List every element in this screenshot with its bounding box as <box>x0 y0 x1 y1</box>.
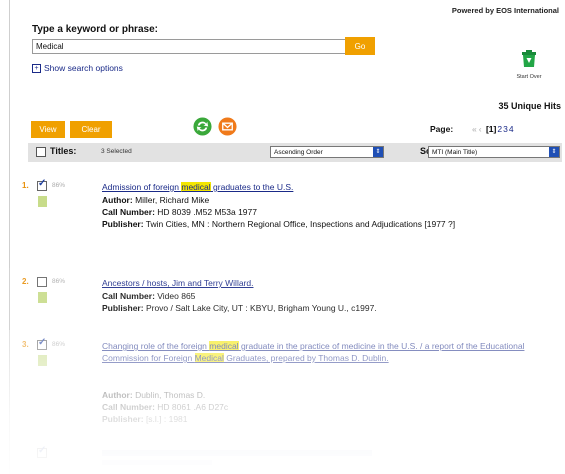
search-label: Type a keyword or phrase: <box>32 24 158 35</box>
left-border <box>9 0 10 474</box>
result-title-link[interactable]: Changing role of the foreign medical gra… <box>102 340 557 364</box>
list-item-faded <box>22 445 562 468</box>
call-number-value: HD 8061 .A6 D27c <box>157 402 229 412</box>
author-value: Dublin, Thomas D. <box>135 390 206 400</box>
result-title-link[interactable]: Ancestors / hosts, Jim and Terry Willard… <box>102 277 557 289</box>
call-number-label: Call Number: <box>102 402 155 412</box>
result-number: 1. <box>22 181 29 190</box>
list-item: 2. 86% Ancestors / hosts, Jim and Terry … <box>22 277 562 327</box>
publisher-label: Publisher: <box>102 219 144 229</box>
call-number-label: Call Number: <box>102 291 155 301</box>
search-input[interactable] <box>32 39 346 54</box>
unique-hits-count: 35 Unique Hits <box>498 101 561 111</box>
author-label: Author: <box>102 390 133 400</box>
select-all-checkbox[interactable] <box>36 147 46 157</box>
call-number-value: Video 865 <box>157 291 196 301</box>
publisher-value: Provo / Salt Lake City, UT : KBYU, Brigh… <box>145 303 377 313</box>
result-checkbox[interactable] <box>37 445 47 458</box>
document-icon <box>38 292 47 303</box>
relevance-score: 86% <box>52 182 66 189</box>
page-link[interactable]: 2 <box>497 124 502 134</box>
list-item: 3. 86% Changing role of the foreign medi… <box>22 337 562 430</box>
title-text: Graduates, prepared by Thomas D. Dublin. <box>223 353 389 363</box>
result-number: 2. <box>22 277 29 286</box>
title-text: Changing role of the foreign <box>102 341 210 351</box>
powered-by-text: Powered by EOS International <box>451 6 559 15</box>
email-records-icon[interactable] <box>218 117 237 136</box>
plus-box-icon: + <box>32 64 41 74</box>
show-search-options-link[interactable]: + Show search options <box>32 63 123 74</box>
result-checkbox[interactable] <box>37 178 47 191</box>
select-arrows-icon: ⇕ <box>549 147 559 157</box>
order-select-value: Ascending Order <box>274 149 323 156</box>
highlighted-term: Medical <box>194 353 224 363</box>
title-text: Admission of foreign <box>102 182 182 192</box>
save-records-icon[interactable] <box>193 117 212 136</box>
page-current: [1] <box>485 124 497 134</box>
start-over-label: Start Over <box>516 74 542 80</box>
select-arrows-icon: ⇕ <box>373 147 383 157</box>
result-number: 3. <box>22 340 29 349</box>
publisher-label: Publisher: <box>102 303 144 313</box>
publisher-row: Publisher: [s.l.] : 1981 <box>102 413 557 425</box>
document-icon <box>38 196 47 207</box>
highlighted-term: medical <box>209 341 239 351</box>
show-search-options-label: Show search options <box>44 63 123 73</box>
author-value: Miller, Richard Mike <box>135 195 210 205</box>
sort-select[interactable]: MTI (Main Title) ⇕ <box>428 146 560 158</box>
publisher-value: [s.l.] : 1981 <box>145 414 188 424</box>
author-row: Author: Miller, Richard Mike <box>102 194 557 206</box>
titles-bar: Titles: 3 Selected Ascending Order ⇕ Sor… <box>28 143 562 162</box>
faded-title-bar <box>102 450 372 456</box>
clear-button[interactable]: Clear <box>70 121 112 138</box>
relevance-score: 86% <box>52 341 66 348</box>
result-title-link[interactable]: Admission of foreign medical graduates t… <box>102 181 557 193</box>
page-link[interactable]: 4 <box>509 124 514 134</box>
call-number-row: Call Number: Video 865 <box>102 290 557 302</box>
go-button[interactable]: Go <box>345 37 375 55</box>
titles-label: Titles: <box>50 146 77 156</box>
result-checkbox[interactable] <box>37 337 47 350</box>
first-page-icon[interactable]: « <box>472 124 477 134</box>
title-text: graduates to the U.S. <box>210 182 294 192</box>
publisher-row: Publisher: Provo / Salt Lake City, UT : … <box>102 302 557 314</box>
document-icon <box>38 355 47 366</box>
publisher-label: Publisher: <box>102 414 144 424</box>
list-item: 1. 86% Admission of foreign medical grad… <box>22 178 562 261</box>
call-number-row: Call Number: HD 8039 .M52 M53a 1977 <box>102 206 557 218</box>
pagination: «‹ [1]234 <box>472 124 515 134</box>
sort-select-value: MTI (Main Title) <box>432 149 478 156</box>
author-label: Author: <box>102 195 133 205</box>
order-select[interactable]: Ascending Order ⇕ <box>270 146 384 158</box>
view-button[interactable]: View <box>31 121 65 138</box>
result-checkbox[interactable] <box>37 277 47 287</box>
prev-page-icon[interactable]: ‹ <box>479 124 482 134</box>
relevance-score: 86% <box>52 278 66 285</box>
publisher-row: Publisher: Twin Cities, MN : Northern Re… <box>102 218 557 230</box>
trash-can-icon <box>522 50 536 67</box>
call-number-value: HD 8039 .M52 M53a 1977 <box>157 207 257 217</box>
selected-count: 3 Selected <box>101 148 132 155</box>
start-over-button[interactable]: Start Over <box>512 48 546 80</box>
call-number-row: Call Number: HD 8061 .A6 D27c <box>102 401 557 413</box>
page-label: Page: <box>430 124 454 134</box>
title-text: Ancestors / hosts, Jim and Terry Willard… <box>102 278 254 288</box>
publisher-value: Twin Cities, MN : Northern Regional Offi… <box>145 219 456 229</box>
author-row: Author: Dublin, Thomas D. <box>102 389 557 401</box>
page-link[interactable]: 3 <box>503 124 508 134</box>
highlighted-term: medical <box>181 182 211 192</box>
faded-title-bar <box>102 460 212 465</box>
call-number-label: Call Number: <box>102 207 155 217</box>
